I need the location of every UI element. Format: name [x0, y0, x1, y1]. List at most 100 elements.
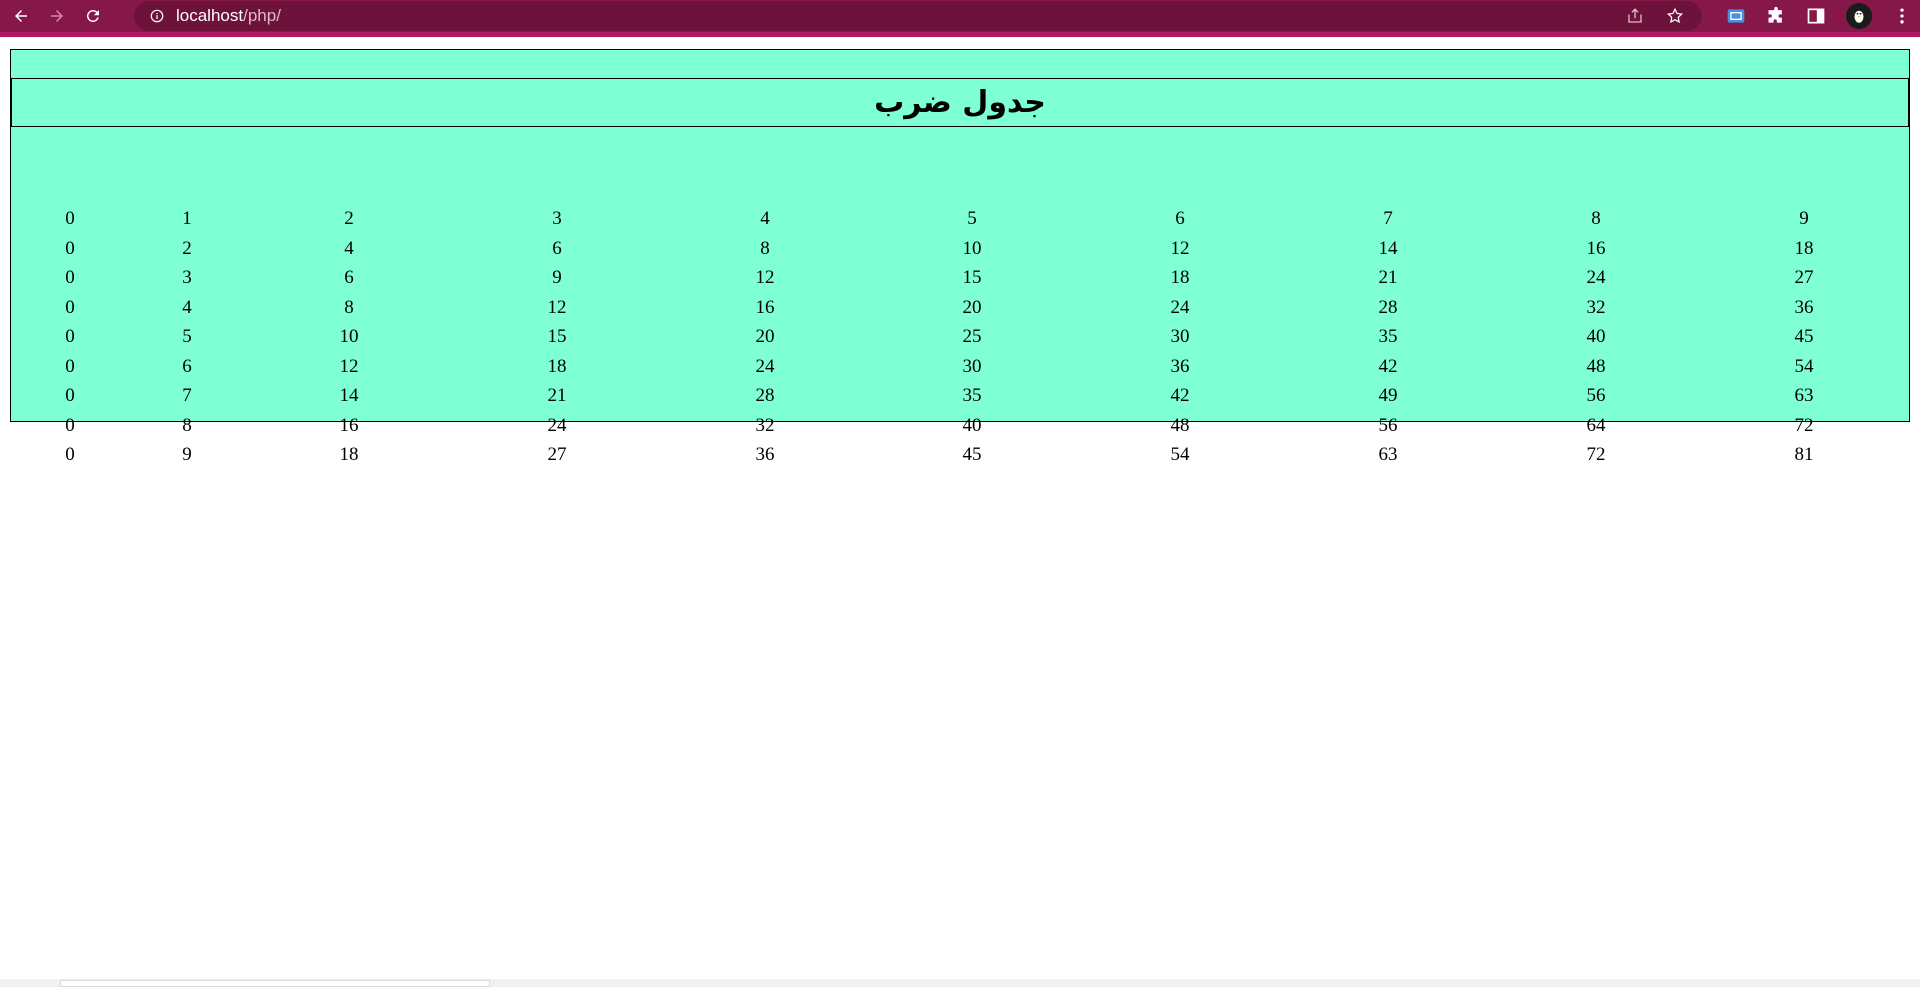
- table-cell: 4: [760, 208, 770, 229]
- table-cell: 15: [962, 267, 982, 288]
- forward-button[interactable]: [42, 1, 72, 31]
- table-row: 0 7 14 21 28 35 42 49 56 63: [11, 381, 1909, 411]
- table-cell: 64: [1586, 414, 1606, 436]
- profile-picture: [1854, 10, 1864, 23]
- table-cell: 72: [1794, 414, 1814, 436]
- table-cell: 0: [65, 444, 75, 465]
- table-cell: 28: [755, 385, 775, 406]
- table-cell: 27: [1794, 267, 1814, 288]
- reload-button[interactable]: [78, 1, 108, 31]
- url-host: localhost: [176, 6, 244, 25]
- table-cell: 0: [65, 414, 75, 436]
- table-cell: 8: [344, 296, 354, 318]
- scrollbar-thumb[interactable]: [60, 980, 490, 987]
- table-cell: 32: [1586, 296, 1606, 318]
- table-cell: 30: [1170, 326, 1190, 347]
- table-cell: 7: [182, 385, 192, 406]
- table-row: 0 4 8 12 16 20 24 28 32 36: [11, 293, 1909, 323]
- table-cell: 8: [760, 237, 770, 259]
- table-cell: 0: [65, 267, 75, 288]
- table-cell: 56: [1586, 385, 1606, 406]
- table-cell: 27: [547, 444, 567, 465]
- table-cell: 28: [1378, 296, 1398, 318]
- table-cell: 63: [1794, 385, 1814, 406]
- table-row: 0 1 2 3 4 5 6 7 8 9: [11, 204, 1909, 234]
- back-arrow-icon: [15, 10, 27, 22]
- table-cell: 16: [755, 296, 775, 318]
- table-cell: 30: [962, 355, 982, 377]
- side-panel-icon[interactable]: [1806, 6, 1826, 26]
- share-icon[interactable]: [1626, 7, 1644, 25]
- table-cell: 12: [755, 267, 775, 288]
- table-cell: 0: [65, 385, 75, 406]
- table-body: 0 1 2 3 4 5 6 7 8 9 0 2 4 6 8 10 12 14 16 18 0 3 6 9 12 15 18 21 24 2…: [11, 204, 1909, 470]
- table-cell: 35: [1378, 326, 1398, 347]
- table-cell: 12: [339, 355, 359, 377]
- table-row: 0 5 10 15 20 25 30 35 40 45: [11, 322, 1909, 352]
- table-cell: 16: [1586, 237, 1606, 259]
- table-cell: 4: [182, 296, 192, 318]
- table-cell: 16: [339, 414, 359, 436]
- table-cell: 21: [1378, 267, 1398, 288]
- table-cell: 0: [65, 237, 75, 259]
- kebab-menu-icon[interactable]: [1892, 6, 1912, 26]
- table-cell: 36: [1170, 355, 1190, 377]
- table-cell: 49: [1378, 385, 1398, 406]
- table-cell: 10: [339, 326, 359, 347]
- avatar-icon[interactable]: [1846, 3, 1872, 29]
- table-cell: 0: [65, 208, 75, 229]
- table-cell: 6: [552, 237, 562, 259]
- table-cell: 63: [1378, 444, 1398, 465]
- table-cell: 0: [65, 326, 75, 347]
- info-icon[interactable]: [150, 9, 164, 23]
- table-cell: 2: [344, 208, 354, 229]
- forward-arrow-icon: [51, 10, 63, 22]
- table-cell: 9: [552, 267, 562, 288]
- url-text: localhost/php/: [176, 6, 281, 26]
- table-cell: 5: [967, 208, 977, 229]
- table-cell: 24: [1170, 296, 1190, 318]
- table-cell: 10: [962, 237, 982, 259]
- table-cell: 14: [339, 385, 359, 406]
- screen-cast-extension-icon[interactable]: [1726, 6, 1746, 26]
- table-row: 0 2 4 6 8 10 12 14 16 18: [11, 234, 1909, 264]
- table-cell: 5: [182, 326, 192, 347]
- star-icon[interactable]: [1666, 7, 1684, 25]
- table-cell: 36: [755, 444, 775, 465]
- table-cell: 15: [547, 326, 567, 347]
- table-cell: 48: [1586, 355, 1606, 377]
- table-row: 0 8 16 24 32 40 48 56 64 72: [11, 411, 1909, 441]
- table-cell: 4: [344, 237, 354, 259]
- address-bar[interactable]: localhost/php/: [134, 1, 1702, 31]
- table-cell: 54: [1794, 355, 1814, 377]
- table-cell: 56: [1378, 414, 1398, 436]
- table-cell: 18: [1170, 267, 1190, 288]
- table-cell: 3: [552, 208, 562, 229]
- table-cell: 32: [755, 414, 775, 436]
- reload-icon: [86, 9, 99, 22]
- table-row: 0 3 6 9 12 15 18 21 24 27: [11, 263, 1909, 293]
- table-cell: 20: [755, 326, 775, 347]
- table-cell: 12: [1170, 237, 1190, 259]
- table-cell: 81: [1794, 444, 1814, 465]
- url-path: /php/: [243, 6, 281, 25]
- puzzle-icon[interactable]: [1766, 6, 1786, 26]
- table-cell: 48: [1170, 414, 1190, 436]
- table-caption: جدول ضرب: [11, 78, 1909, 127]
- table-cell: 25: [962, 326, 982, 347]
- table-cell: 18: [1794, 237, 1814, 259]
- table-cell: 8: [182, 414, 192, 436]
- table-cell: 6: [344, 267, 354, 288]
- horizontal-scrollbar[interactable]: [0, 979, 1920, 987]
- table-cell: 36: [1794, 296, 1814, 318]
- table-cell: 18: [547, 355, 567, 377]
- table-cell: 3: [182, 267, 192, 288]
- table-cell: 40: [1586, 326, 1606, 347]
- table-cell: 1: [182, 208, 192, 229]
- multiplication-table: جدول ضرب 0 1 2 3 4 5 6 7 8 9 0 2 4 6 8 10 12 14 16 18 0 3 6 9 12…: [10, 49, 1910, 465]
- table-cell: 42: [1170, 385, 1190, 406]
- page-title: جدول ضرب: [874, 84, 1046, 120]
- back-button[interactable]: [6, 1, 36, 31]
- table-cell: 35: [962, 385, 982, 406]
- table-cell: 2: [182, 237, 192, 259]
